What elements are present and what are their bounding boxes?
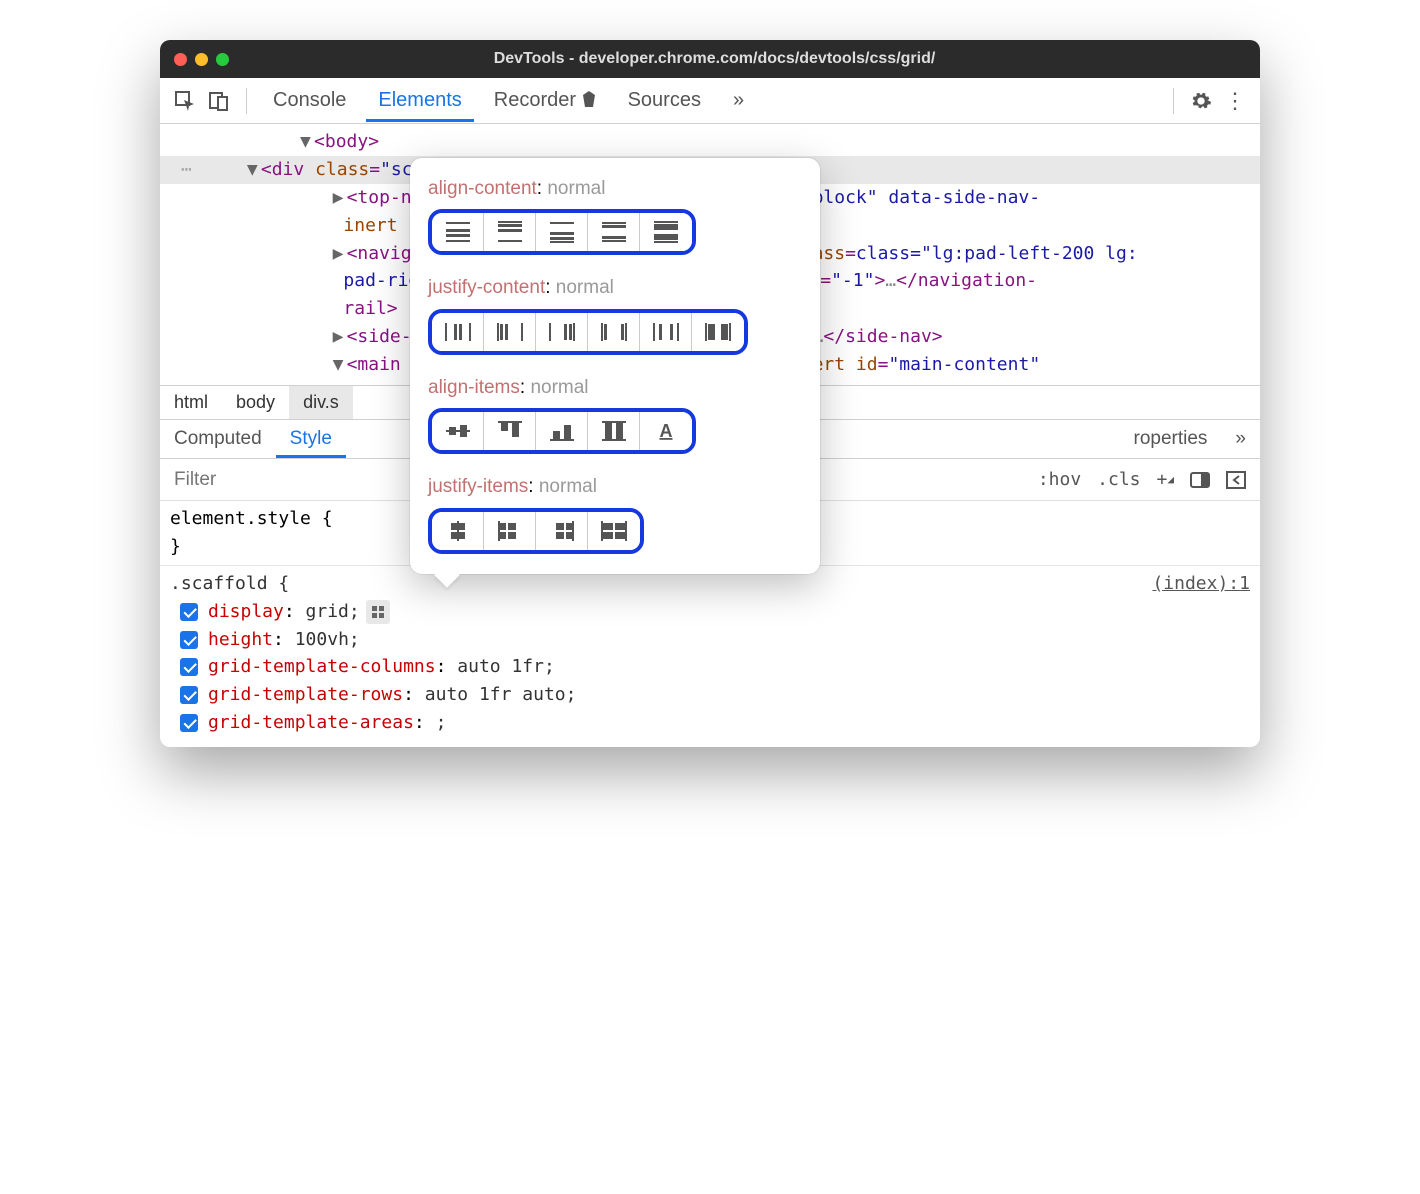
close-icon[interactable] xyxy=(174,53,187,66)
inspect-icon[interactable] xyxy=(172,88,198,114)
property-checkbox[interactable] xyxy=(180,714,198,732)
popup-label: align-items: normal xyxy=(428,373,802,402)
css-property-row[interactable]: height: 100vh; xyxy=(170,626,1250,654)
option-pills xyxy=(428,508,644,554)
property-name[interactable]: grid-template-columns xyxy=(208,653,436,681)
breadcrumb-item[interactable]: html xyxy=(160,386,222,419)
rule-header[interactable]: .scaffold { (index):1 xyxy=(170,570,1250,598)
popup-section-align-items: align-items: normal A xyxy=(428,373,802,454)
justify-content-option[interactable] xyxy=(536,313,588,351)
justify-content-option[interactable] xyxy=(640,313,692,351)
popup-section-justify-content: justify-content: normal xyxy=(428,273,802,354)
traffic-lights xyxy=(174,53,229,66)
expand-icon[interactable]: ▶ xyxy=(333,240,347,268)
window-title: DevTools - developer.chrome.com/docs/dev… xyxy=(243,50,1186,68)
tab-recorder[interactable]: Recorder xyxy=(482,79,608,122)
tab-properties[interactable]: roperties xyxy=(1120,420,1222,458)
collapse-icon[interactable]: ▼ xyxy=(300,128,314,156)
expand-icon[interactable]: ▶ xyxy=(333,184,347,212)
property-checkbox[interactable] xyxy=(180,631,198,649)
collapse-icon[interactable]: ▼ xyxy=(247,156,261,184)
kebab-icon[interactable]: ⋮ xyxy=(1222,88,1248,114)
property-checkbox[interactable] xyxy=(180,686,198,704)
svg-text:A: A xyxy=(660,421,673,441)
popup-label: justify-items: normal xyxy=(428,472,802,501)
cls-button[interactable]: .cls xyxy=(1097,469,1140,490)
align-content-option[interactable] xyxy=(484,213,536,251)
align-content-option[interactable] xyxy=(640,213,692,251)
align-content-option[interactable] xyxy=(588,213,640,251)
computed-toggle-icon[interactable] xyxy=(1190,470,1210,490)
tab-more[interactable]: » xyxy=(1221,420,1260,458)
popup-section-justify-items: justify-items: normal xyxy=(428,472,802,553)
css-property-row[interactable]: grid-template-areas: ; xyxy=(170,709,1250,737)
property-checkbox[interactable] xyxy=(180,603,198,621)
tab-sources[interactable]: Sources xyxy=(616,79,713,122)
property-name[interactable]: grid-template-rows xyxy=(208,681,403,709)
align-items-option[interactable] xyxy=(536,412,588,450)
expand-icon[interactable]: ▶ xyxy=(333,323,347,351)
align-content-option[interactable] xyxy=(536,213,588,251)
devtools-window: DevTools - developer.chrome.com/docs/dev… xyxy=(160,40,1260,747)
option-pills xyxy=(428,209,696,255)
property-checkbox[interactable] xyxy=(180,658,198,676)
align-items-option[interactable] xyxy=(432,412,484,450)
justify-items-option[interactable] xyxy=(484,512,536,550)
ellipsis-icon[interactable]: ⋯ xyxy=(181,159,193,180)
align-content-option[interactable] xyxy=(432,213,484,251)
property-name[interactable]: grid-template-areas xyxy=(208,709,414,737)
collapse-icon[interactable]: ▼ xyxy=(333,351,347,379)
property-value[interactable]: 100vh; xyxy=(295,626,360,654)
breadcrumb-item[interactable]: body xyxy=(222,386,289,419)
align-items-option[interactable] xyxy=(484,412,536,450)
rule-selector[interactable]: .scaffold { xyxy=(170,570,289,598)
property-name[interactable]: display xyxy=(208,598,284,626)
popup-section-align-content: align-content: normal xyxy=(428,174,802,255)
property-name[interactable]: height xyxy=(208,626,273,654)
property-value[interactable]: grid; xyxy=(306,598,360,626)
maximize-icon[interactable] xyxy=(216,53,229,66)
popup-label: align-content: normal xyxy=(428,174,802,203)
justify-items-option[interactable] xyxy=(588,512,640,550)
elements-tree[interactable]: ▼<body> ⋯ ▼<div class="scaffold"> grid =… xyxy=(160,124,1260,385)
main-toolbar: Console Elements Recorder Sources » ⋮ xyxy=(160,78,1260,124)
css-property-row[interactable]: grid-template-rows: auto 1fr auto; xyxy=(170,681,1250,709)
property-value[interactable]: auto 1fr; xyxy=(457,653,555,681)
justify-items-option[interactable] xyxy=(536,512,588,550)
option-pills xyxy=(428,309,748,355)
minimize-icon[interactable] xyxy=(195,53,208,66)
separator xyxy=(1173,88,1174,114)
justify-content-option[interactable] xyxy=(484,313,536,351)
align-items-option[interactable]: A xyxy=(640,412,692,450)
tree-row[interactable]: ▼<body> xyxy=(170,128,1250,156)
property-value[interactable]: ; xyxy=(436,709,447,737)
tab-elements[interactable]: Elements xyxy=(366,79,473,122)
tab-computed[interactable]: Computed xyxy=(160,420,276,458)
grid-editor-icon[interactable] xyxy=(366,600,390,624)
rule-source-link[interactable]: (index):1 xyxy=(1152,570,1250,598)
tab-more[interactable]: » xyxy=(721,79,756,122)
css-property-row[interactable]: display: grid; xyxy=(170,598,1250,626)
breadcrumb-item[interactable]: div.s xyxy=(289,386,353,419)
option-pills: A xyxy=(428,408,696,454)
grid-editor-popup: align-content: normal justify-content: no… xyxy=(410,158,820,574)
popup-label: justify-content: normal xyxy=(428,273,802,302)
separator xyxy=(246,88,247,114)
gear-icon[interactable] xyxy=(1188,88,1214,114)
new-rule-button[interactable]: +◢ xyxy=(1157,469,1174,490)
justify-content-option[interactable] xyxy=(692,313,744,351)
device-toggle-icon[interactable] xyxy=(206,88,232,114)
hov-button[interactable]: :hov xyxy=(1038,469,1081,490)
sidebar-toggle-icon[interactable] xyxy=(1226,470,1246,490)
property-value[interactable]: auto 1fr auto; xyxy=(425,681,577,709)
align-items-option[interactable] xyxy=(588,412,640,450)
justify-content-option[interactable] xyxy=(432,313,484,351)
css-property-row[interactable]: grid-template-columns: auto 1fr; xyxy=(170,653,1250,681)
justify-items-option[interactable] xyxy=(432,512,484,550)
justify-content-option[interactable] xyxy=(588,313,640,351)
tab-console[interactable]: Console xyxy=(261,79,358,122)
titlebar: DevTools - developer.chrome.com/docs/dev… xyxy=(160,40,1260,78)
tab-styles[interactable]: Style xyxy=(276,420,346,458)
